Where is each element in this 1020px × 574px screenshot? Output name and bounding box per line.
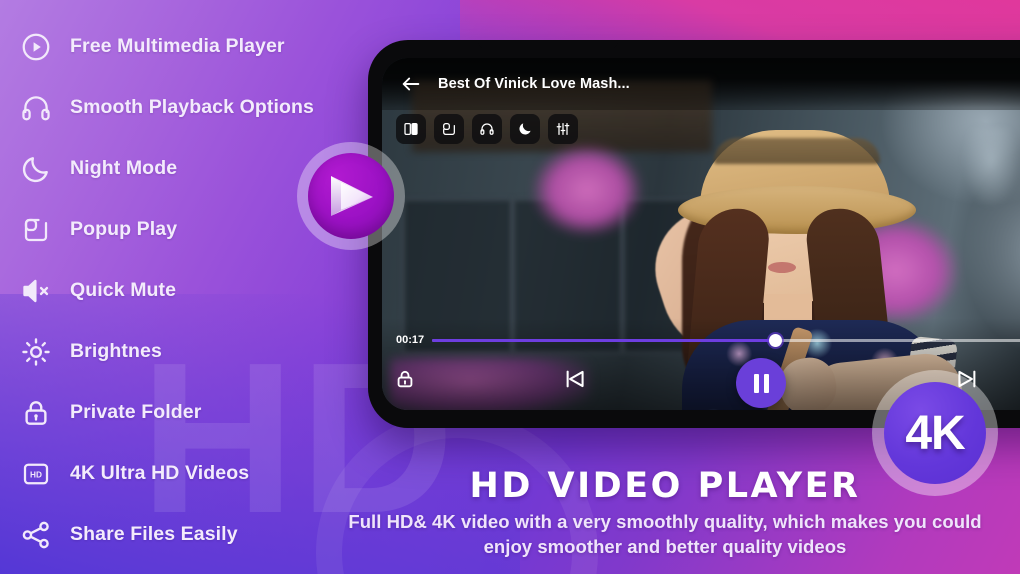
promo-subtitle: Full HD& 4K video with a very smoothly q… — [348, 511, 982, 558]
speaker-mute-icon — [14, 271, 58, 311]
feature-label: Private Folder — [70, 401, 202, 423]
feature-label: Brightnes — [70, 340, 162, 362]
headphones-icon — [14, 88, 58, 128]
app-logo-badge — [297, 142, 405, 250]
svg-text:HD: HD — [30, 470, 42, 479]
share-nodes-icon — [14, 515, 58, 555]
lock-icon[interactable] — [394, 368, 416, 395]
badge-4k-label: 4K — [905, 406, 965, 460]
screen-split-icon[interactable] — [396, 114, 426, 144]
player-top-bar: Best Of Vinick Love Mash... — [382, 58, 1020, 110]
feature-item-share-files-easily[interactable]: Share Files Easily — [14, 504, 359, 565]
phone-screen: Best Of Vinick Love Mash... 00:17 — [382, 58, 1020, 410]
feature-label: 4K Ultra HD Videos — [70, 462, 250, 484]
seek-bar-fill — [432, 338, 776, 342]
hd-badge-icon: HD — [14, 454, 58, 494]
feature-list: Free Multimedia Player Smooth Playback O… — [14, 16, 359, 565]
feature-item-4k-ultra-hd-videos[interactable]: HD 4K Ultra HD Videos — [14, 443, 359, 504]
seek-bar-handle[interactable] — [768, 333, 782, 347]
feature-label: Quick Mute — [70, 279, 177, 301]
lock-icon — [14, 393, 58, 433]
feature-label: Share Files Easily — [70, 523, 238, 545]
seek-row: 00:17 — [382, 332, 1020, 348]
badge-4k: 4K — [872, 370, 998, 496]
play-circle-icon — [14, 27, 58, 67]
moon-icon — [14, 149, 58, 189]
pause-icon — [753, 373, 769, 393]
arrow-left-icon[interactable] — [398, 71, 424, 97]
player-quick-toolbar — [396, 114, 578, 144]
promo-banner: HD Free Multimedia Player Smooth Playbac… — [0, 0, 1020, 574]
headphones-icon[interactable] — [472, 114, 502, 144]
play-pause-button[interactable] — [736, 358, 786, 408]
badge-4k-disc: 4K — [884, 382, 986, 484]
feature-item-quick-mute[interactable]: Quick Mute — [14, 260, 359, 321]
feature-label: Free Multimedia Player — [70, 35, 285, 57]
feature-item-smooth-playback-options[interactable]: Smooth Playback Options — [14, 77, 359, 138]
phone-notch — [478, 40, 618, 49]
feature-label: Popup Play — [70, 218, 178, 240]
brightness-sun-icon — [14, 332, 58, 372]
feature-item-private-folder[interactable]: Private Folder — [14, 382, 359, 443]
popup-play-icon — [14, 210, 58, 250]
current-time-label: 00:17 — [396, 334, 425, 346]
video-title: Best Of Vinick Love Mash... — [438, 76, 630, 92]
feature-label: Night Mode — [70, 157, 178, 179]
equalizer-icon[interactable] — [548, 114, 578, 144]
popup-play-icon[interactable] — [434, 114, 464, 144]
feature-label: Smooth Playback Options — [70, 96, 314, 118]
seek-bar[interactable] — [432, 333, 1020, 347]
moon-icon[interactable] — [510, 114, 540, 144]
play-triangle-icon — [331, 176, 373, 216]
feature-item-brightness[interactable]: Brightnes — [14, 321, 359, 382]
previous-track-icon[interactable] — [562, 366, 588, 397]
feature-item-free-multimedia-player[interactable]: Free Multimedia Player — [14, 16, 359, 77]
